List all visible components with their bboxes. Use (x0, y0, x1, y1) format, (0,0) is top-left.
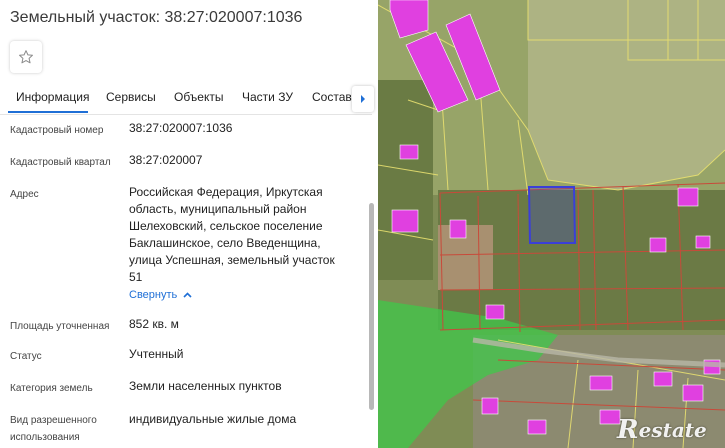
info-panel: Земельный участок: 38:27:020007:1036 Инф… (0, 0, 378, 448)
tab-composition[interactable]: Состав (312, 90, 352, 104)
address-line: область, муниципальный район (129, 202, 307, 216)
permitted-use-value: индивидуальные жилые дома (129, 412, 297, 426)
watermark-text: estate (638, 418, 707, 442)
building (485, 304, 505, 320)
watermark-letter: R (617, 415, 639, 445)
status-value: Учтенный (129, 347, 184, 361)
tree-strip (378, 80, 433, 280)
permitted-use-label-line: использования (10, 432, 80, 443)
restate-watermark: Restate (617, 412, 725, 448)
cadastral-quarter-value: 38:27:020007 (129, 153, 203, 167)
address-label: Адрес (10, 189, 39, 200)
cadastral-number-value: 38:27:020007:1036 (129, 121, 233, 135)
map-canvas (378, 0, 725, 448)
chevron-up-icon (183, 292, 192, 298)
tab-objects[interactable]: Объекты (174, 90, 224, 104)
tab-information[interactable]: Информация (16, 90, 89, 104)
tab-land-parts[interactable]: Части ЗУ (242, 90, 293, 104)
building (589, 375, 613, 391)
land-category-value: Земли населенных пунктов (129, 379, 282, 393)
area-label: Площадь уточненная (10, 321, 110, 332)
address-value: Российская Федерация, Иркутская область,… (129, 184, 335, 286)
building (399, 144, 419, 160)
collapse-address-link[interactable]: Свернуть (129, 289, 192, 301)
cadastral-number-label: Кадастровый номер (10, 125, 104, 136)
permitted-use-label-line: Вид разрешенного (10, 415, 97, 426)
selected-parcel[interactable] (527, 186, 577, 244)
cadastral-map[interactable] (378, 0, 725, 448)
land-category-label: Категория земель (10, 383, 93, 394)
building (677, 187, 699, 207)
address-line: Шелеховский, сельское поселение (129, 219, 323, 233)
address-line: Баклашинское, село Введенщина, (129, 236, 321, 250)
building (449, 219, 467, 239)
field-patch (528, 0, 725, 190)
favorite-button[interactable] (10, 41, 42, 73)
tabs-divider (0, 114, 372, 115)
tabs-next-button[interactable] (352, 86, 374, 112)
building (649, 237, 667, 253)
permitted-use-label: Вид разрешенного использования (10, 412, 97, 446)
building (527, 419, 547, 435)
address-line: улица Успешная, земельный участок (129, 253, 335, 267)
building (695, 235, 711, 249)
area-value: 852 кв. м (129, 317, 179, 331)
collapse-label: Свернуть (129, 289, 178, 301)
chevron-right-icon (361, 95, 365, 103)
building (391, 209, 419, 233)
address-line: 51 (129, 270, 143, 284)
cadastral-quarter-label: Кадастровый квартал (10, 157, 111, 168)
building (653, 371, 673, 387)
page-title: Земельный участок: 38:27:020007:1036 (10, 9, 303, 26)
building (682, 384, 704, 402)
panel-scrollbar[interactable] (369, 203, 374, 410)
tab-services[interactable]: Сервисы (106, 90, 156, 104)
address-line: Российская Федерация, Иркутская (129, 185, 323, 199)
status-label: Статус (10, 351, 42, 362)
active-tab-indicator (8, 111, 88, 113)
tab-bar: Информация Сервисы Объекты Части ЗУ Сост… (0, 84, 378, 114)
building (481, 397, 499, 415)
star-icon (19, 50, 33, 64)
